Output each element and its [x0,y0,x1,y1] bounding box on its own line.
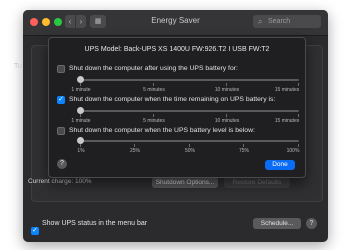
slider-tick [226,114,227,117]
slider-tick [80,144,81,147]
schedule-button[interactable]: Schedule... [253,218,301,229]
tick-label: 50% [184,148,196,154]
option-time-remaining-label: Shut down the computer when the time rem… [69,96,276,103]
tick-label: 5 minutes [143,118,165,124]
slider-tick [298,83,299,86]
slider-tick [153,114,154,117]
slider-tick [243,144,244,147]
search-icon: ⌕ [258,17,263,26]
slider-tick [153,83,154,86]
tick-label: 100% [286,148,300,154]
show-ups-status-checkbox[interactable]: ✓ [31,227,39,235]
option-battery-level-checkbox[interactable] [57,127,65,135]
search-field[interactable]: ⌕ Search [253,15,321,28]
ups-model-label: UPS Model: Back-UPS XS 1400U FW:926.T2 I… [84,46,270,53]
slider-tick [80,114,81,117]
tick-label: 5 minutes [143,87,165,93]
after-battery-slider-track[interactable] [79,79,299,81]
partial-label: Tu [14,63,22,70]
tick-label: 10 minutes [214,87,240,93]
shutdown-options-button[interactable]: Shutdown Options... [152,177,218,188]
slider-tick [80,83,81,86]
help-button[interactable]: ? [306,218,317,229]
tick-label: 1 minute [71,118,91,124]
tick-label: 25% [129,148,141,154]
title-bar: ‹ › ▦ Energy Saver ⌕ Search [23,10,328,36]
tick-label: 15 minutes [274,87,300,93]
battery-level-slider-knob[interactable] [77,137,84,144]
slider-tick [134,144,135,147]
slider-tick [189,144,190,147]
time-remaining-slider-track[interactable] [79,110,299,112]
show-ups-status-label: Show UPS status in the menu bar [42,220,148,227]
slider-tick [298,144,299,147]
tick-label: 75% [238,148,250,154]
slider-tick [226,83,227,86]
time-remaining-slider-knob[interactable] [77,107,84,114]
option-battery-level-label: Shut down the computer when the UPS batt… [69,127,255,134]
restore-defaults-button[interactable]: Restore Defaults [224,177,290,188]
tick-label: 10 minutes [214,118,240,124]
done-button[interactable]: Done [265,160,295,170]
option-time-remaining-checkbox[interactable]: ✓ [57,96,65,104]
tick-label: 1% [77,148,85,154]
tick-label: 1 minute [71,87,91,93]
sheet-help-button[interactable]: ? [57,159,67,169]
option-after-battery-checkbox[interactable] [57,65,65,73]
battery-level-slider-track[interactable] [79,140,299,142]
option-after-battery-label: Shut down the computer after using the U… [69,65,238,72]
ups-shutdown-options-sheet: UPS Model: Back-UPS XS 1400U FW:926.T2 I… [48,37,306,178]
current-charge: Current charge: 100% [28,178,92,185]
slider-tick [298,114,299,117]
after-battery-slider-knob[interactable] [77,76,84,83]
search-placeholder: Search [268,18,291,25]
tick-label: 15 minutes [274,118,300,124]
